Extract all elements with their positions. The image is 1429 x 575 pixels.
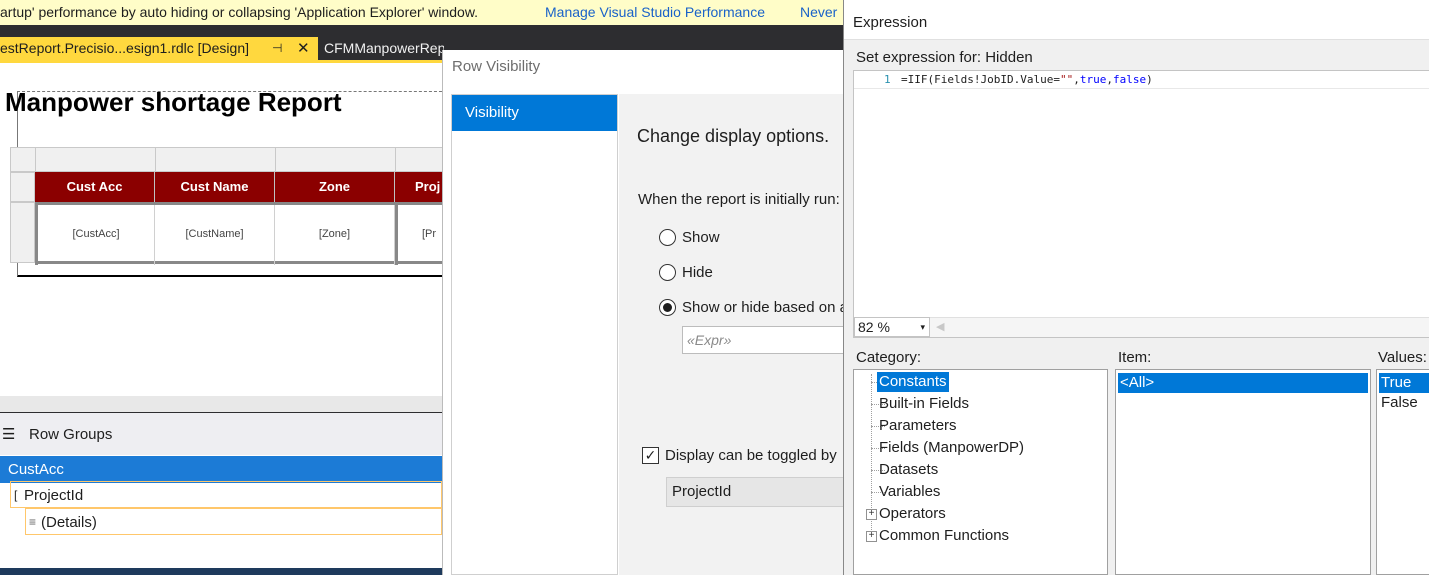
detail-row: [CustAcc] [CustName] [Zone] [Pr: [35, 202, 455, 265]
status-bar: [0, 568, 442, 575]
item-all[interactable]: <All>: [1118, 373, 1368, 393]
expression-code[interactable]: =IIF(Fields!JobID.Value="",true,false): [901, 73, 1153, 86]
code-keyword-false: false: [1112, 73, 1147, 86]
category-built-in-fields[interactable]: Built-in Fields: [877, 394, 971, 414]
group-projectid[interactable]: [ ProjectId: [10, 481, 442, 508]
row-groups-icon: ☰: [2, 426, 16, 443]
values-label: Values:: [1378, 349, 1427, 366]
category-operators[interactable]: Operators: [877, 504, 948, 524]
scroll-left-icon[interactable]: ◀: [936, 320, 944, 333]
expression-input[interactable]: «Expr»: [682, 326, 852, 354]
code-text: ,: [1106, 73, 1113, 86]
report-tablix[interactable]: Cust Acc Cust Name Zone Proj [CustAcc] […: [10, 147, 465, 265]
expression-dialog: Expression Set expression for: Hidden 1 …: [843, 0, 1429, 575]
manage-performance-link[interactable]: Manage Visual Studio Performance: [545, 0, 765, 25]
report-title[interactable]: Manpower shortage Report: [5, 87, 342, 118]
row-visibility-dialog: Row Visibility Visibility Change display…: [442, 50, 852, 575]
column-handle[interactable]: [155, 147, 276, 172]
toggle-checkbox[interactable]: ✓: [642, 447, 659, 464]
never-link[interactable]: Never: [800, 0, 837, 25]
tablix-corner-handle[interactable]: [10, 147, 36, 172]
chevron-down-icon[interactable]: ▾: [920, 318, 925, 336]
expression-title: Expression: [853, 14, 928, 31]
category-tree[interactable]: Constants Built-in Fields Parameters Fie…: [853, 369, 1108, 575]
dialog-title: Row Visibility: [452, 58, 541, 75]
designer-horizontal-scrollbar[interactable]: [0, 396, 442, 412]
code-text: ): [1146, 73, 1153, 86]
item-list[interactable]: <All>: [1115, 369, 1371, 575]
radio-expression[interactable]: [659, 299, 676, 316]
radio-expression-label[interactable]: Show or hide based on a: [682, 299, 848, 316]
value-true[interactable]: True: [1379, 373, 1429, 393]
group-custacc[interactable]: CustAcc: [0, 456, 442, 483]
data-cell-custname[interactable]: [CustName]: [155, 205, 275, 265]
dialog-main: Change display options. When the report …: [619, 94, 852, 575]
info-bar: artup' performance by auto hiding or col…: [0, 0, 845, 25]
dialog-nav: Visibility: [451, 94, 618, 575]
category-parameters[interactable]: Parameters: [877, 416, 959, 436]
group-label: (Details): [41, 514, 97, 531]
value-false[interactable]: False: [1379, 393, 1420, 413]
category-label: Category:: [856, 349, 922, 366]
grouping-pane: ☰ Row Groups CustAcc [ ProjectId ≡ (Deta…: [0, 413, 442, 568]
line-number: 1: [884, 73, 891, 86]
row-groups-label: Row Groups: [29, 426, 113, 443]
header-cell-cust-name[interactable]: Cust Name: [155, 172, 275, 202]
expression-titlebar: Expression: [844, 0, 1429, 40]
group-bracket-icon: [: [14, 488, 18, 502]
editor-horizontal-scrollbar[interactable]: ◀: [930, 317, 1429, 337]
column-handle[interactable]: [275, 147, 396, 172]
radio-hide-label[interactable]: Hide: [682, 264, 713, 281]
expression-editor[interactable]: 1 =IIF(Fields!JobID.Value="",true,false)…: [853, 70, 1429, 338]
row-handle[interactable]: [10, 172, 35, 202]
group-label: ProjectId: [24, 487, 84, 504]
code-keyword-true: true: [1079, 73, 1107, 86]
column-handle[interactable]: [35, 147, 156, 172]
code-text: ,: [1073, 73, 1080, 86]
code-text: =IIF(Fields!JobID.Value=: [901, 73, 1060, 86]
tab-testreport-design[interactable]: estReport.Precisio...esign1.rdlc [Design…: [0, 37, 318, 60]
radio-hide[interactable]: [659, 264, 676, 281]
nav-item-visibility[interactable]: Visibility: [452, 95, 617, 131]
header-cell-zone[interactable]: Zone: [275, 172, 395, 202]
zoom-select[interactable]: 82 % ▾: [854, 317, 930, 337]
details-icon: ≡: [29, 515, 37, 529]
data-cell-zone[interactable]: [Zone]: [275, 205, 395, 265]
row-handle[interactable]: [10, 202, 35, 263]
expand-operators-icon[interactable]: +: [866, 509, 877, 520]
category-fields[interactable]: Fields (ManpowerDP): [877, 438, 1026, 458]
toggle-label[interactable]: Display can be toggled by: [665, 447, 837, 464]
expand-common-functions-icon[interactable]: +: [866, 531, 877, 542]
close-tab-icon[interactable]: ✕: [297, 37, 310, 60]
dialog-heading: Change display options.: [637, 126, 830, 146]
tab-label: estReport.Precisio...esign1.rdlc [Design…: [0, 40, 249, 56]
data-cell-custacc[interactable]: [CustAcc]: [35, 205, 155, 265]
tab-cfmmanpowerreport[interactable]: CFMManpowerReport: [324, 37, 444, 60]
category-constants[interactable]: Constants: [877, 372, 949, 392]
radio-show[interactable]: [659, 229, 676, 246]
header-cell-cust-acc[interactable]: Cust Acc: [35, 172, 155, 202]
category-datasets[interactable]: Datasets: [877, 460, 940, 480]
report-designer-surface[interactable]: Manpower shortage Report Cust Acc Cust N…: [0, 63, 465, 412]
initially-run-label: When the report is initially run:: [638, 191, 840, 208]
row-groups-header: ☰ Row Groups: [0, 413, 442, 455]
code-string: "": [1059, 73, 1074, 86]
set-expression-label: Set expression for: Hidden: [856, 49, 1033, 66]
group-details[interactable]: ≡ (Details): [25, 508, 442, 535]
zoom-value: 82 %: [858, 319, 890, 335]
radio-show-label[interactable]: Show: [682, 229, 720, 246]
toggle-item-select[interactable]: ProjectId: [666, 477, 846, 507]
item-label: Item:: [1118, 349, 1152, 366]
pin-icon[interactable]: ⊣: [272, 37, 282, 60]
category-common-functions[interactable]: Common Functions: [877, 526, 1011, 546]
category-variables[interactable]: Variables: [877, 482, 942, 502]
info-bar-message: artup' performance by auto hiding or col…: [0, 4, 479, 20]
values-list[interactable]: True False: [1376, 369, 1429, 575]
